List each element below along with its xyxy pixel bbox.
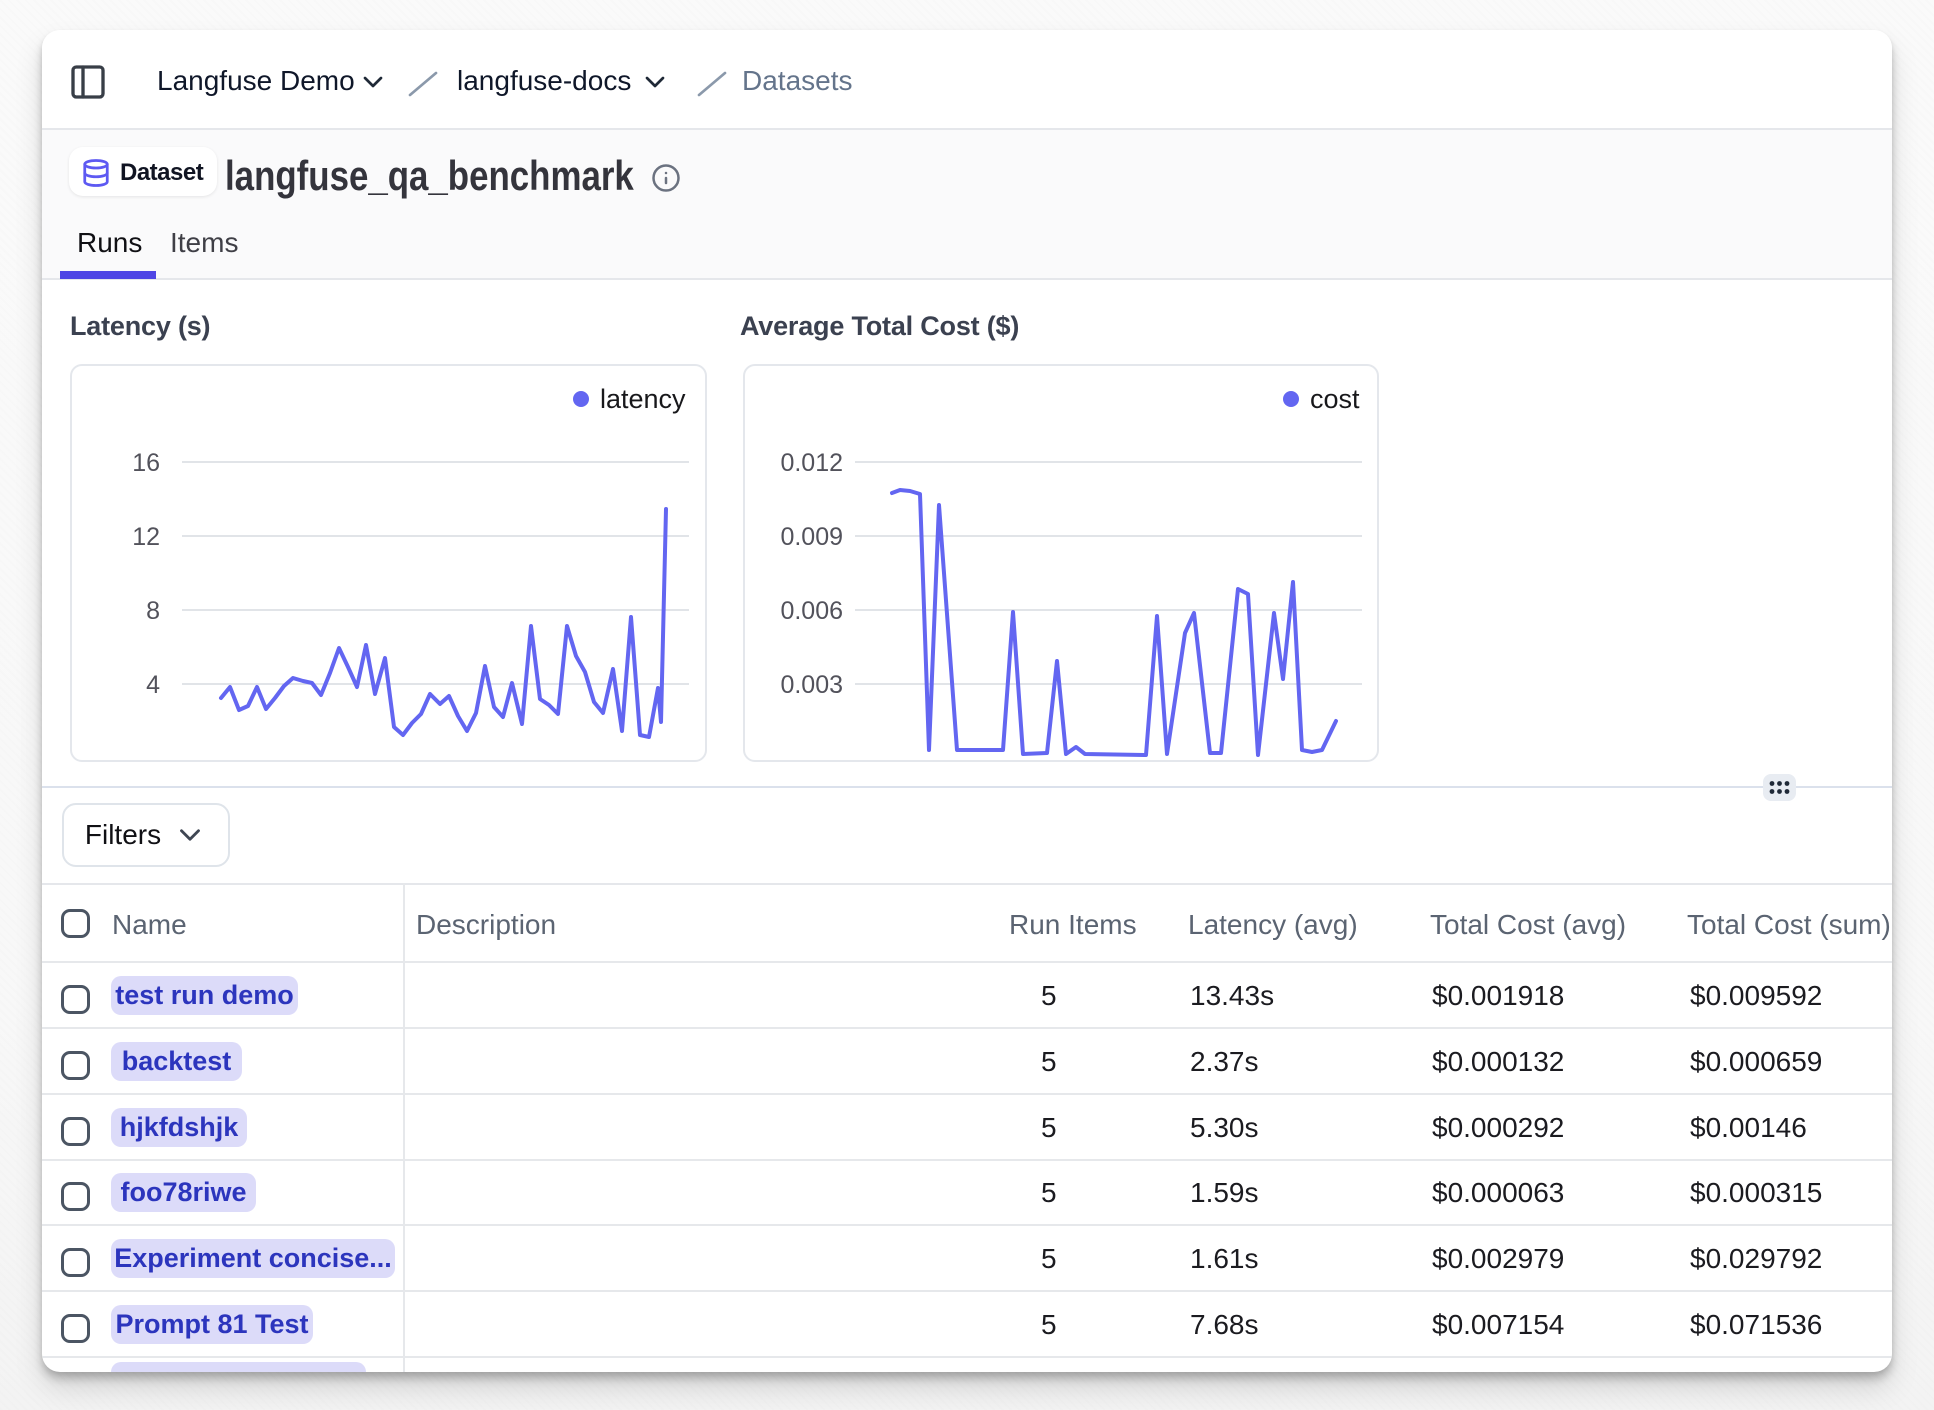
svg-text:16: 16 bbox=[132, 449, 160, 477]
svg-text:cost: cost bbox=[1310, 384, 1360, 414]
svg-text:4: 4 bbox=[146, 671, 160, 699]
svg-text:8: 8 bbox=[146, 597, 160, 625]
svg-text:12: 12 bbox=[132, 523, 160, 551]
svg-text:0.003: 0.003 bbox=[780, 671, 843, 699]
svg-text:latency: latency bbox=[600, 384, 686, 414]
svg-text:0.009: 0.009 bbox=[780, 523, 843, 551]
svg-text:0.012: 0.012 bbox=[780, 449, 843, 477]
svg-text:0.006: 0.006 bbox=[780, 597, 843, 625]
